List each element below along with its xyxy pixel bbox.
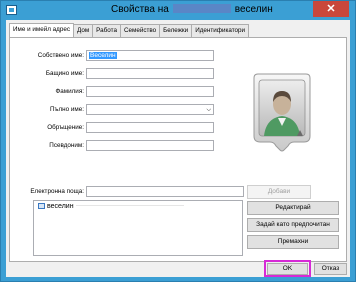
email-label: Електронна поща:: [30, 188, 84, 195]
last-name-label: Фамилия:: [55, 88, 85, 95]
properties-window: Свойства на веселин ✕ Име и имейл адрес Д…: [0, 0, 356, 282]
window-title-prefix: Свойства на: [111, 4, 169, 15]
tab-family[interactable]: Семейство: [119, 24, 161, 37]
contact-avatar-icon[interactable]: [250, 72, 314, 152]
last-name-field[interactable]: [86, 86, 214, 97]
middle-name-field[interactable]: [86, 68, 214, 79]
list-item[interactable]: веселин: [38, 203, 184, 210]
redacted-name-block: [172, 4, 231, 13]
ok-button[interactable]: OK: [267, 263, 308, 275]
set-preferred-button[interactable]: Задай като предпочитан: [247, 218, 339, 232]
first-name-label: Собствено име:: [37, 52, 84, 59]
title-label: Обръщение:: [47, 124, 84, 131]
tab-strip: Име и имейл адрес Дом Работа Семейство Б…: [9, 23, 250, 37]
close-button[interactable]: ✕: [313, 1, 349, 17]
email-field[interactable]: [86, 186, 244, 197]
cancel-button[interactable]: Отказ: [314, 263, 347, 275]
tab-home[interactable]: Дом: [73, 24, 94, 37]
full-name-combo[interactable]: ⌵: [86, 104, 214, 115]
email-address-icon: [38, 203, 45, 209]
chevron-down-icon[interactable]: ⌵: [206, 106, 211, 115]
title-field[interactable]: [86, 122, 214, 133]
window-title: Свойства на веселин: [111, 4, 273, 15]
full-name-label: Пълно име:: [50, 106, 84, 113]
nickname-field[interactable]: [86, 140, 214, 151]
first-name-field[interactable]: Веселин: [86, 50, 214, 61]
nickname-label: Псевдоним:: [49, 142, 84, 149]
window-title-suffix: веселин: [234, 4, 273, 15]
edit-button[interactable]: Редактирай: [247, 201, 339, 215]
contact-card-icon: [6, 5, 17, 15]
dialog-body: Име и имейл адрес Дом Работа Семейство Б…: [6, 20, 350, 277]
name-email-panel: Собствено име: Веселин Бащино име: Фамил…: [9, 37, 347, 262]
first-name-value: Веселин: [89, 52, 117, 59]
tab-ids[interactable]: Идентификатори: [191, 24, 250, 37]
email-item-label: веселин: [47, 203, 74, 210]
title-bar[interactable]: Свойства на веселин ✕: [1, 1, 355, 19]
add-email-button[interactable]: Добави: [247, 185, 311, 199]
middle-name-label: Бащино име:: [45, 70, 84, 77]
tab-name-email[interactable]: Име и имейл адрес: [9, 23, 74, 37]
email-item-underline: [75, 205, 184, 206]
tab-notes[interactable]: Бележки: [159, 24, 193, 37]
remove-button[interactable]: Премахни: [247, 235, 339, 249]
tab-work[interactable]: Работа: [92, 24, 121, 37]
email-list[interactable]: веселин: [33, 200, 243, 256]
